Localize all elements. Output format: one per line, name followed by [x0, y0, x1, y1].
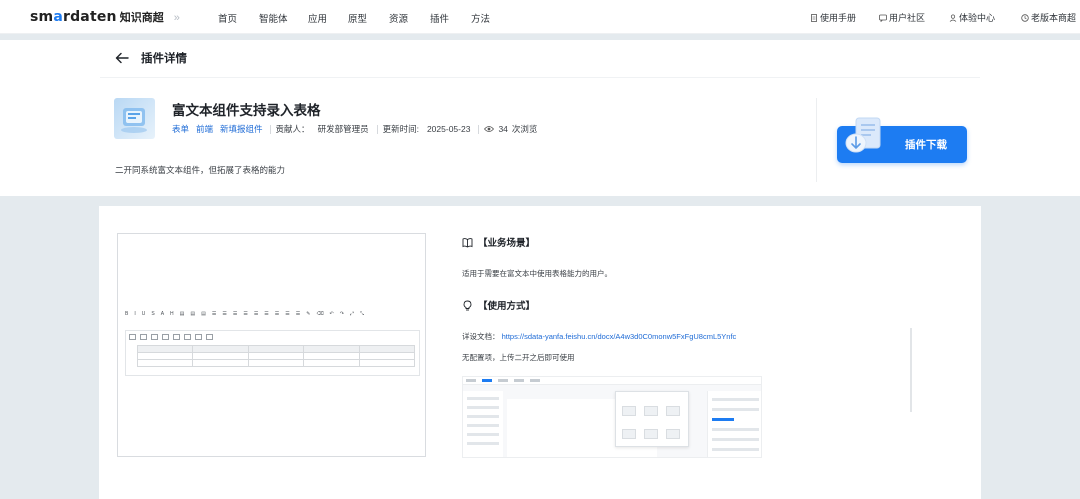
- title-divider: [100, 77, 980, 78]
- editor-preview-image[interactable]: B I U S A H ▤ ▤ ▤ ☰ ☰ ☰ ☰ ☰ ☰ ☰ ☰ ☰ ✎ ⌫ ↶ ↷ ⤢ ⤡: [117, 233, 426, 457]
- logo-wordmark: smardaten: [30, 9, 117, 25]
- clock-icon: [1021, 13, 1029, 22]
- lightbulb-icon: [463, 300, 472, 310]
- scenario-heading-text: 【业务场景】: [478, 238, 536, 249]
- nav-item-resources[interactable]: 资源: [389, 11, 408, 25]
- usage-heading: 【使用方式】: [462, 298, 535, 312]
- contributor-value: 研发部管理员: [317, 124, 369, 134]
- usage-heading-text: 【使用方式】: [478, 301, 536, 312]
- meta-divider: [376, 124, 378, 134]
- logo-subtitle: 知识商超: [119, 12, 164, 24]
- nav-community[interactable]: 用户社区: [879, 11, 925, 24]
- top-nav: smardaten 知识商超 » 首页 智能体 应用 原型 资源 插件 方法 使…: [0, 0, 1080, 34]
- doc-link[interactable]: https://sdata-yanfa.feishu.cn/docx/A4w3d…: [502, 332, 737, 341]
- nav-manual[interactable]: 使用手册: [810, 11, 856, 24]
- page-title: 插件详情: [141, 53, 187, 65]
- usage-screenshot[interactable]: [462, 376, 762, 458]
- preview-table-editor: [125, 330, 420, 376]
- plugin-title: 富文本组件支持录入表格: [172, 103, 321, 118]
- nav-experience[interactable]: 体验中心: [949, 11, 995, 24]
- tag-frontend[interactable]: 前端: [196, 123, 213, 135]
- scenario-heading: 【业务场景】: [462, 235, 535, 249]
- nav-manual-label: 使用手册: [820, 13, 857, 23]
- header-divider: [816, 98, 817, 182]
- views-label: 次浏览: [511, 124, 538, 134]
- nav-item-agents[interactable]: 智能体: [259, 11, 288, 25]
- chat-icon: [879, 14, 887, 22]
- tag-new-form-component[interactable]: 新填报组件: [220, 123, 263, 135]
- contributor-label: 贡献人：: [275, 124, 310, 134]
- nav-item-plugins[interactable]: 插件: [430, 11, 449, 25]
- chevron-right-icon[interactable]: »: [174, 12, 180, 24]
- nav-item-prototypes[interactable]: 原型: [348, 11, 367, 25]
- back-row: 插件详情: [115, 50, 187, 66]
- user-icon: [949, 13, 957, 22]
- scenario-text: 适用于需要在富文本中使用表格能力的用户。: [462, 269, 612, 278]
- book-icon: [462, 237, 473, 248]
- nav-item-home[interactable]: 首页: [218, 11, 237, 25]
- meta-divider: [269, 124, 271, 134]
- usage-text: 无配置项，上传二开之后即可使用: [462, 353, 575, 362]
- nav-community-label: 用户社区: [889, 13, 926, 23]
- download-label: 插件下载: [905, 139, 947, 151]
- preview-toolbar: B I U S A H ▤ ▤ ▤ ☰ ☰ ☰ ☰ ☰ ☰ ☰ ☰ ☰ ✎ ⌫ ↶ ↷ ⤢ ⤡: [125, 311, 364, 317]
- plugin-description: 二开同系统富文本组件，但拓展了表格的能力: [115, 165, 286, 175]
- nav-legacy-label: 老版本商超: [1031, 13, 1077, 23]
- plugin-content: B I U S A H ▤ ▤ ▤ ☰ ☰ ☰ ☰ ☰ ☰ ☰ ☰ ☰ ✎ ⌫ ↶ ↷ ⤢ ⤡ 【业务场景】 适用于需要在富文…: [99, 206, 981, 499]
- doc-line: 详设文档： https://sdata-yanfa.feishu.cn/docx…: [462, 331, 736, 342]
- views-count: 34: [498, 124, 508, 134]
- updated-label: 更新时间:: [382, 124, 419, 134]
- nav-item-methods[interactable]: 方法: [471, 11, 490, 25]
- content-scrollbar[interactable]: [910, 328, 912, 412]
- nav-experience-label: 体验中心: [959, 13, 996, 23]
- plugin-thumbnail: [114, 98, 155, 139]
- plugin-meta: 表单 前端 新填报组件 贡献人： 研发部管理员 更新时间: 2025-05-23…: [172, 123, 537, 135]
- site-logo[interactable]: smardaten 知识商超 »: [30, 9, 180, 25]
- meta-divider: [478, 124, 480, 134]
- nav-legacy[interactable]: 老版本商超: [1021, 11, 1076, 24]
- download-cloud-icon: [845, 117, 881, 153]
- nav-item-apps[interactable]: 应用: [308, 11, 327, 25]
- updated-value: 2025-05-23: [426, 124, 471, 134]
- arrow-left-icon[interactable]: [115, 52, 129, 64]
- doc-label: 详设文档：: [462, 332, 500, 341]
- document-icon: [811, 13, 817, 22]
- tag-form[interactable]: 表单: [172, 123, 189, 135]
- plugin-header: 插件详情 富文本组件支持录入表格 表单 前端 新填报组件 贡献人： 研发部管理员…: [0, 40, 1080, 196]
- eye-icon: [484, 126, 495, 132]
